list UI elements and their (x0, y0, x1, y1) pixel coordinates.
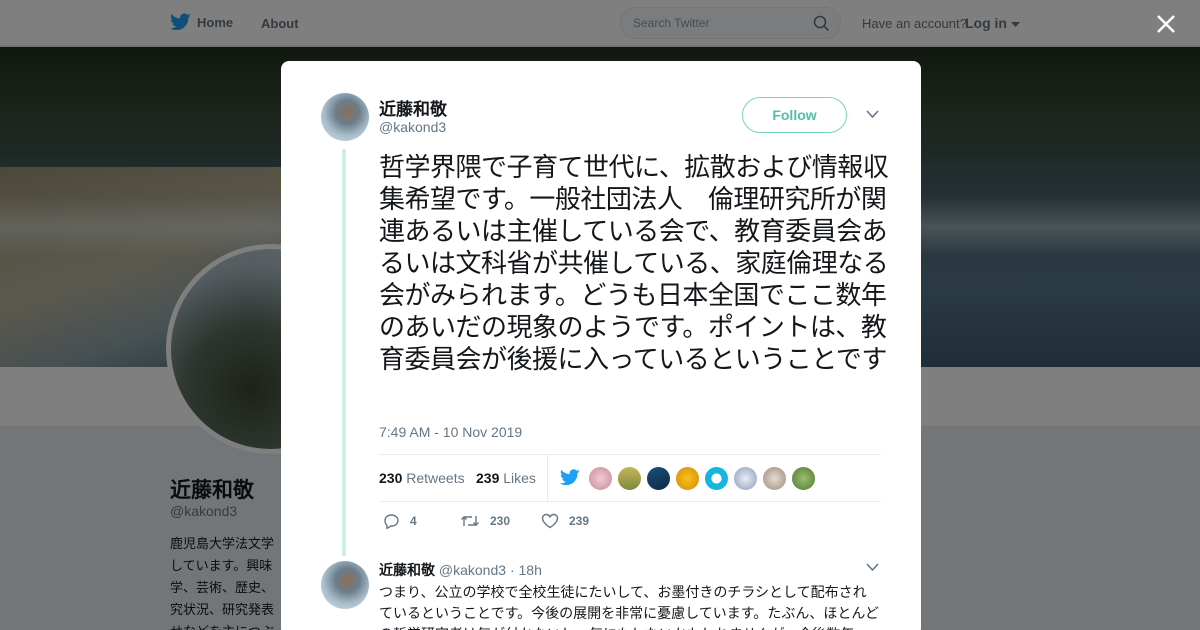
likes-stat[interactable]: 239 Likes (476, 470, 536, 486)
tweet-timestamp[interactable]: 7:49 AM - 10 Nov 2019 (379, 424, 522, 440)
likes-label: Likes (503, 470, 536, 486)
tweet-stats: 230 Retweets 239 Likes (379, 454, 881, 502)
close-icon[interactable] (1155, 13, 1177, 35)
liker-avatar[interactable] (675, 466, 700, 491)
liker-avatar[interactable] (791, 466, 816, 491)
heart-icon (541, 513, 559, 529)
reply-author-handle[interactable]: @kakond3 (439, 562, 506, 578)
liker-avatar[interactable] (733, 466, 758, 491)
reply-author-name[interactable]: 近藤和敬 (379, 562, 435, 578)
author-handle[interactable]: @kakond3 (379, 119, 446, 135)
tweet-modal: 近藤和敬 @kakond3 Follow 哲学界隈で子育て世代に、拡散および情報… (281, 61, 921, 630)
reply-header: 近藤和敬 @kakond3 · 18h (379, 560, 542, 580)
chevron-down-icon[interactable] (866, 563, 879, 572)
stats-divider (547, 455, 548, 502)
like-count: 239 (569, 514, 590, 528)
reply-action[interactable]: 4 (383, 513, 417, 529)
retweet-action[interactable]: 230 (460, 513, 510, 529)
author-avatar[interactable] (321, 93, 369, 141)
likes-count: 239 (476, 470, 500, 486)
liker-avatar[interactable] (617, 466, 642, 491)
thread-line (342, 149, 346, 556)
retweet-count: 230 (490, 514, 511, 528)
reply-time[interactable]: 18h (519, 562, 542, 578)
liker-avatar[interactable] (646, 466, 671, 491)
liker-avatar[interactable] (704, 466, 729, 491)
reply-text: つまり、公立の学校で全校生徒にたいして、お墨付きのチラシとして配布されているとい… (379, 585, 879, 630)
twitter-bird-icon (560, 469, 580, 486)
reply-icon (384, 514, 399, 529)
chevron-down-icon[interactable] (866, 110, 879, 119)
reply-count: 4 (410, 514, 417, 528)
like-action[interactable]: 239 (541, 513, 589, 529)
reply-separator: · (509, 562, 515, 578)
author-name[interactable]: 近藤和敬 (379, 95, 447, 120)
retweets-count: 230 (379, 470, 403, 486)
retweets-stat[interactable]: 230 Retweets (379, 470, 465, 486)
liker-avatar[interactable] (762, 466, 787, 491)
retweets-label: Retweets (406, 470, 465, 486)
retweet-icon (461, 516, 479, 526)
reply-author-avatar[interactable] (321, 561, 369, 609)
tweet-text: 哲学界隈で子育て世代に、拡散および情報収集希望です。一般社団法人 倫理研究所が関… (379, 153, 889, 375)
liker-avatar[interactable] (588, 466, 613, 491)
follow-button[interactable]: Follow (742, 97, 847, 133)
